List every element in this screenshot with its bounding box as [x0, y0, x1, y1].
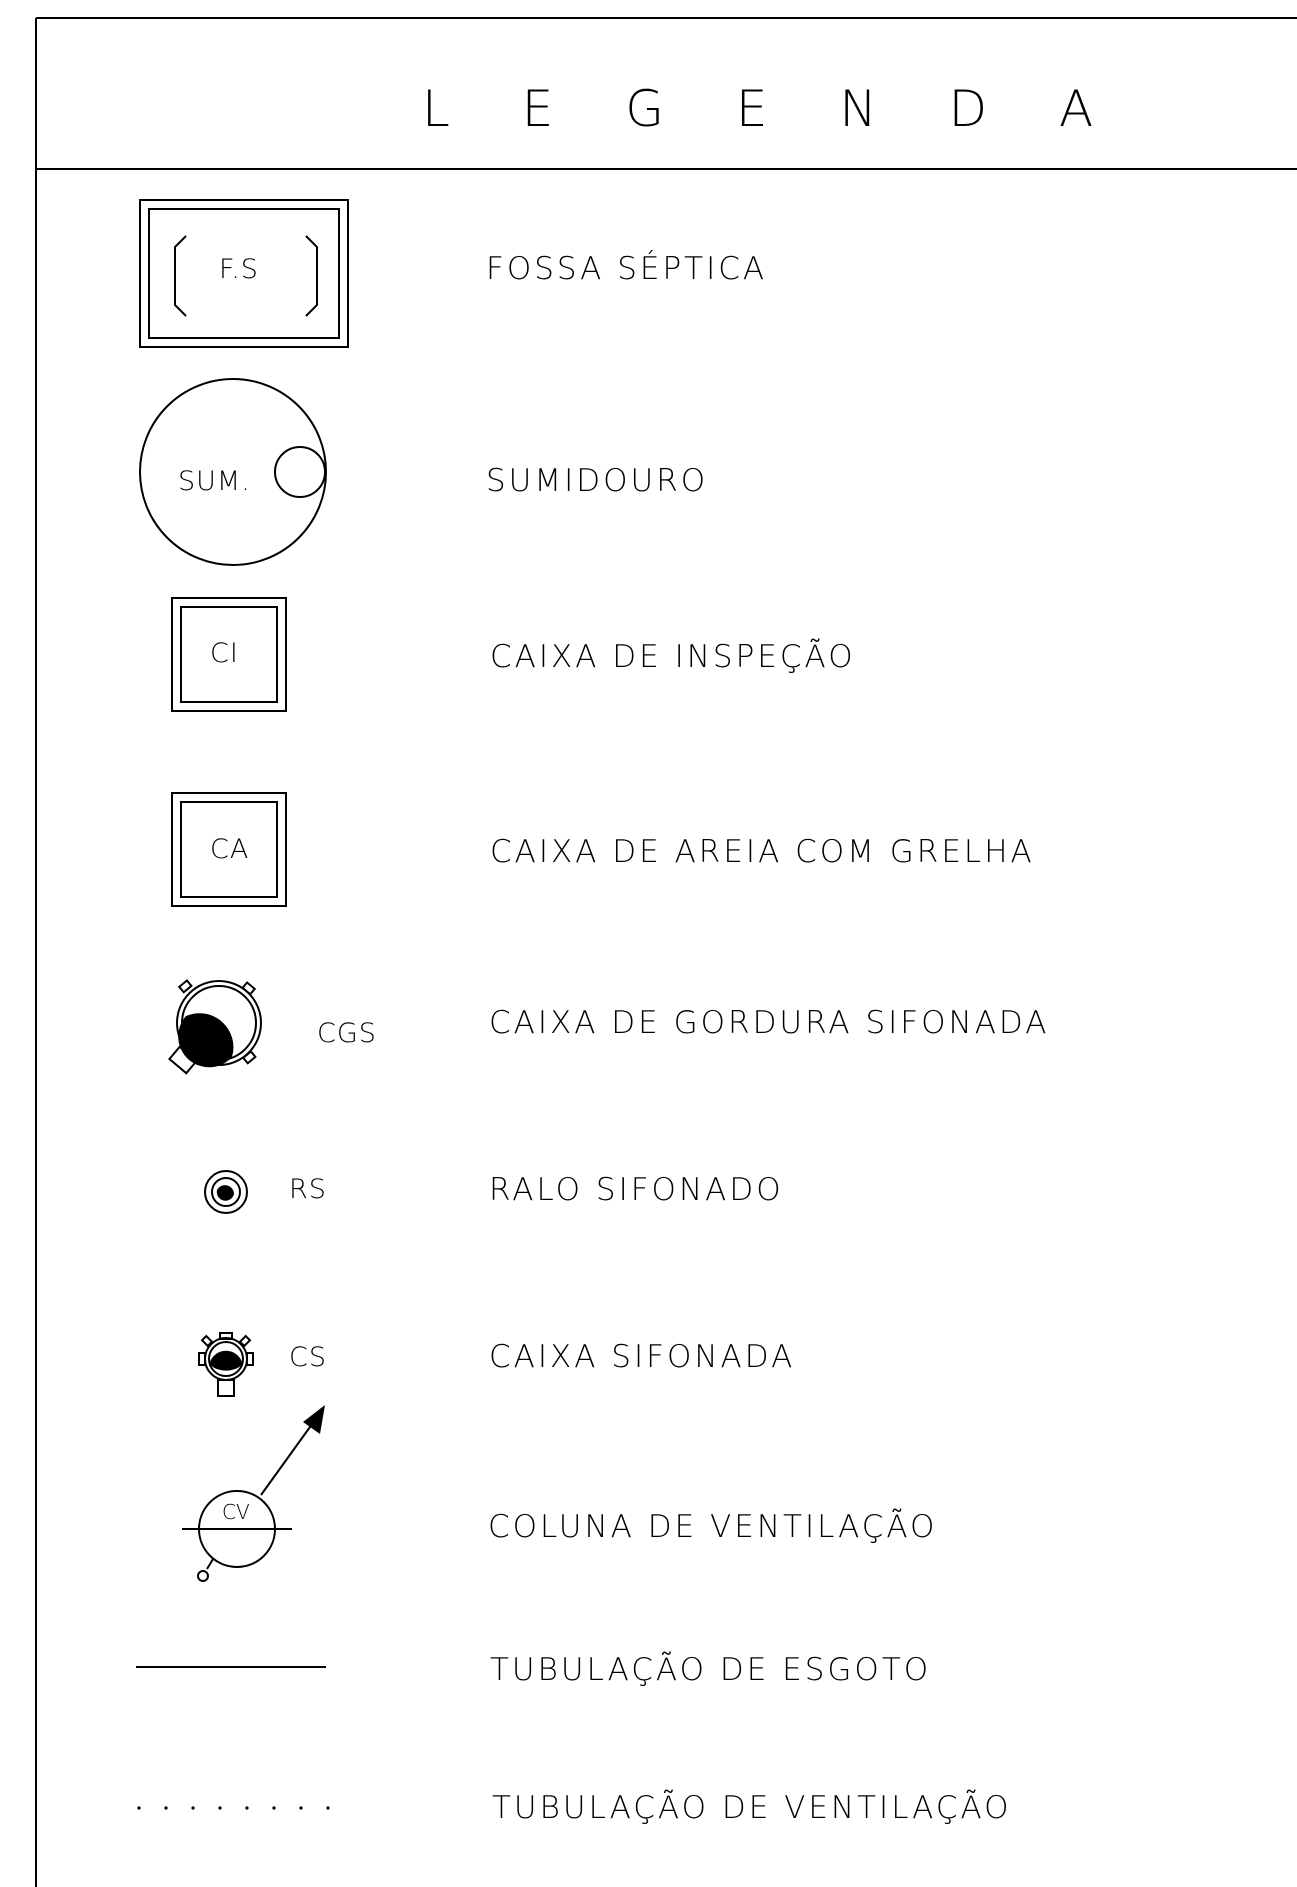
caixa-areia-symbol-text: CA: [210, 834, 249, 865]
legend-item-coluna-ventilacao: CV COLUNA DE VENTILAÇÃO: [182, 1405, 937, 1582]
caixa-gordura-sifonada-symbol-text: CGS: [317, 1018, 377, 1049]
legend-sheet: L E G E N D A F.S FOSSA SÉPTICA SUM. SUM…: [35, 17, 1297, 1887]
label-fossa-septica: FOSSA SÉPTICA: [486, 251, 767, 287]
tubulacao-ventilacao-dotted-line: [137, 1806, 330, 1810]
label-caixa-gordura-sifonada: CAIXA DE GORDURA SIFONADA: [489, 1005, 1049, 1041]
coluna-ventilacao-symbol: CV: [182, 1405, 325, 1582]
ralo-sifonado-symbol: RS: [204, 1170, 327, 1214]
legend-item-fossa-septica: F.S FOSSA SÉPTICA: [139, 199, 767, 348]
legend-item-caixa-areia: CA CAIXA DE AREIA COM GRELHA: [171, 792, 1035, 907]
legend-item-caixa-sifonada: CS CAIXA SIFONADA: [198, 1332, 795, 1397]
legend-item-caixa-inspecao: CI CAIXA DE INSPEÇÃO: [171, 597, 856, 712]
coluna-ventilacao-symbol-text: CV: [222, 1500, 250, 1524]
caixa-inspecao-symbol: CI: [171, 597, 287, 712]
ralo-sifonado-symbol-text: RS: [289, 1174, 327, 1205]
sumidouro-symbol-text: SUM.: [178, 466, 251, 497]
label-ralo-sifonado: RALO SIFONADO: [489, 1172, 784, 1208]
fossa-septica-symbol-text: F.S: [219, 254, 259, 285]
legend-item-ralo-sifonado: RS RALO SIFONADO: [204, 1170, 784, 1214]
label-caixa-sifonada: CAIXA SIFONADA: [489, 1339, 795, 1375]
label-caixa-areia: CAIXA DE AREIA COM GRELHA: [490, 834, 1035, 870]
label-tubulacao-esgoto: TUBULAÇÃO DE ESGOTO: [490, 1651, 931, 1688]
legend-item-tubulacao-ventilacao: TUBULAÇÃO DE VENTILAÇÃO: [137, 1789, 1012, 1826]
caixa-inspecao-symbol-text: CI: [210, 638, 239, 669]
caixa-gordura-sifonada-symbol: CGS: [168, 979, 377, 1075]
fossa-septica-symbol: F.S: [139, 199, 349, 348]
caixa-sifonada-symbol: CS: [198, 1332, 327, 1397]
legend-item-caixa-gordura-sifonada: CGS CAIXA DE GORDURA SIFONADA: [168, 979, 1049, 1075]
legend-item-tubulacao-esgoto: TUBULAÇÃO DE ESGOTO: [136, 1651, 931, 1688]
legend-title: L E G E N D A: [422, 80, 1121, 138]
legend-item-sumidouro: SUM. SUMIDOURO: [139, 378, 708, 566]
label-sumidouro: SUMIDOURO: [486, 463, 708, 499]
sumidouro-symbol: SUM.: [139, 378, 327, 566]
label-coluna-ventilacao: COLUNA DE VENTILAÇÃO: [488, 1508, 937, 1545]
label-tubulacao-ventilacao: TUBULAÇÃO DE VENTILAÇÃO: [492, 1789, 1012, 1826]
caixa-sifonada-symbol-text: CS: [289, 1342, 327, 1373]
label-caixa-inspecao: CAIXA DE INSPEÇÃO: [490, 638, 856, 675]
caixa-areia-symbol: CA: [171, 792, 287, 907]
